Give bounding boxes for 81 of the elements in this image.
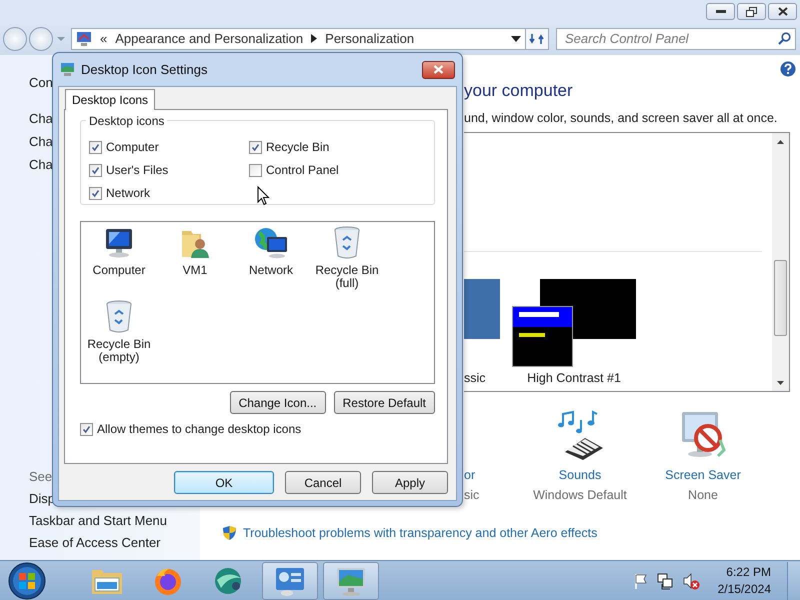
clock-date: 2/15/2024	[718, 580, 771, 598]
flag-icon[interactable]	[634, 572, 648, 588]
theme-preview-drawing[interactable]	[512, 279, 636, 367]
checkbox[interactable]	[249, 164, 262, 176]
monitor-icon	[60, 62, 75, 77]
see-also-link[interactable]: Ease of Access Center	[29, 532, 200, 554]
checkbox[interactable]	[249, 140, 262, 154]
setting-link[interactable]: or	[464, 468, 476, 482]
scroll-down-icon[interactable]	[777, 380, 784, 384]
icon-label[interactable]: Computer	[92, 264, 146, 277]
icon-label[interactable]: VM1	[182, 264, 208, 277]
breadcrumb-arrow-icon[interactable]	[311, 34, 318, 43]
taskbar-button[interactable]	[323, 562, 379, 600]
clock[interactable]: 6:22 PM 2/15/2024	[718, 564, 771, 598]
checkbox-label[interactable]: Computer	[106, 140, 159, 154]
setting-value: sic	[464, 488, 480, 502]
icon-action-button[interactable]: Restore Default	[334, 391, 435, 414]
see-also-link[interactable]: Taskbar and Start Menu	[29, 510, 200, 532]
refresh-button[interactable]	[526, 28, 549, 50]
breadcrumb[interactable]: Appearance and Personalization	[115, 31, 304, 46]
muted-speaker-icon[interactable]	[682, 572, 700, 590]
restore-button[interactable]	[737, 3, 766, 20]
recycle-bin-icon	[333, 226, 361, 260]
scrollbar[interactable]	[772, 133, 789, 391]
shield-icon	[222, 525, 237, 541]
see-also-heading: See	[29, 468, 54, 486]
icon-label[interactable]: Network	[248, 264, 293, 277]
help-icon[interactable]	[780, 61, 796, 77]
icon-action-button[interactable]: Change Icon...	[230, 391, 326, 414]
music-keyboard-icon	[555, 410, 605, 460]
theme-name[interactable]: ssic	[464, 371, 500, 385]
theme-name[interactable]: High Contrast #1	[512, 371, 636, 385]
checkbox[interactable]	[89, 164, 102, 176]
search-field[interactable]: Search Control Panel	[556, 28, 796, 50]
close-icon	[433, 65, 444, 74]
dropdown-arrow-icon[interactable]	[511, 36, 521, 42]
search-input[interactable]: Search Control Panel	[565, 31, 778, 46]
scroll-thumb[interactable]	[774, 260, 787, 336]
checkbox[interactable]	[89, 140, 102, 154]
breadcrumb[interactable]: Personalization	[325, 31, 414, 46]
checkbox-label[interactable]: Network	[106, 186, 150, 200]
tab[interactable]: Desktop Icons	[65, 89, 156, 110]
close-button[interactable]	[422, 60, 455, 78]
page-description: und, window color, sounds, and screen saver all at once.	[464, 111, 778, 125]
taskbar-button[interactable]	[262, 562, 318, 600]
search-icon[interactable]	[778, 32, 791, 45]
dialog-title: Desktop Icon Settings	[81, 62, 208, 77]
recycle-bin-icon	[105, 300, 133, 334]
dialog-button[interactable]: Apply	[372, 471, 448, 494]
close-button[interactable]	[768, 3, 797, 20]
restore-icon	[746, 6, 757, 16]
clock-time: 6:22 PM	[726, 564, 771, 580]
icon-label[interactable]: Recycle Bin (empty)	[81, 338, 157, 364]
group-title: Desktop icons	[86, 114, 168, 128]
minimize-button[interactable]	[706, 3, 735, 20]
checkbox[interactable]	[80, 422, 93, 436]
troubleshoot-link[interactable]: Troubleshoot problems with transparency and other Aero effects	[243, 526, 598, 540]
scroll-up-icon[interactable]	[777, 140, 784, 144]
checkbox-label[interactable]: Control Panel	[266, 163, 339, 177]
setting-link[interactable]: Screen Saver	[665, 468, 741, 482]
checkbox[interactable]	[89, 186, 102, 200]
setting-link[interactable]: Sounds	[558, 468, 602, 482]
checkbox-label[interactable]: Allow themes to change desktop icons	[97, 422, 302, 436]
refresh-icon	[529, 32, 545, 46]
mouse-cursor-icon	[257, 186, 270, 206]
network-icon	[253, 226, 289, 260]
setting-value: Windows Default	[533, 488, 627, 502]
dialog-button[interactable]: Cancel	[285, 471, 361, 494]
address-bar[interactable]: « Appearance and Personalization Personalization	[71, 28, 526, 50]
close-icon	[778, 7, 788, 16]
icon-label[interactable]: Recycle Bin (full)	[309, 264, 385, 290]
checkbox-label[interactable]: User's Files	[106, 163, 168, 177]
monitor-icon	[76, 30, 92, 46]
breadcrumb-overflow[interactable]: «	[100, 31, 108, 46]
minimize-icon	[716, 10, 726, 14]
network-icon[interactable]	[656, 572, 674, 590]
checkbox-label[interactable]: Recycle Bin	[266, 140, 330, 154]
setting-value: None	[688, 488, 718, 502]
dialog-button[interactable]: OK	[174, 471, 274, 494]
page-heading: your computer	[464, 81, 574, 101]
start-button[interactable]	[8, 562, 46, 600]
